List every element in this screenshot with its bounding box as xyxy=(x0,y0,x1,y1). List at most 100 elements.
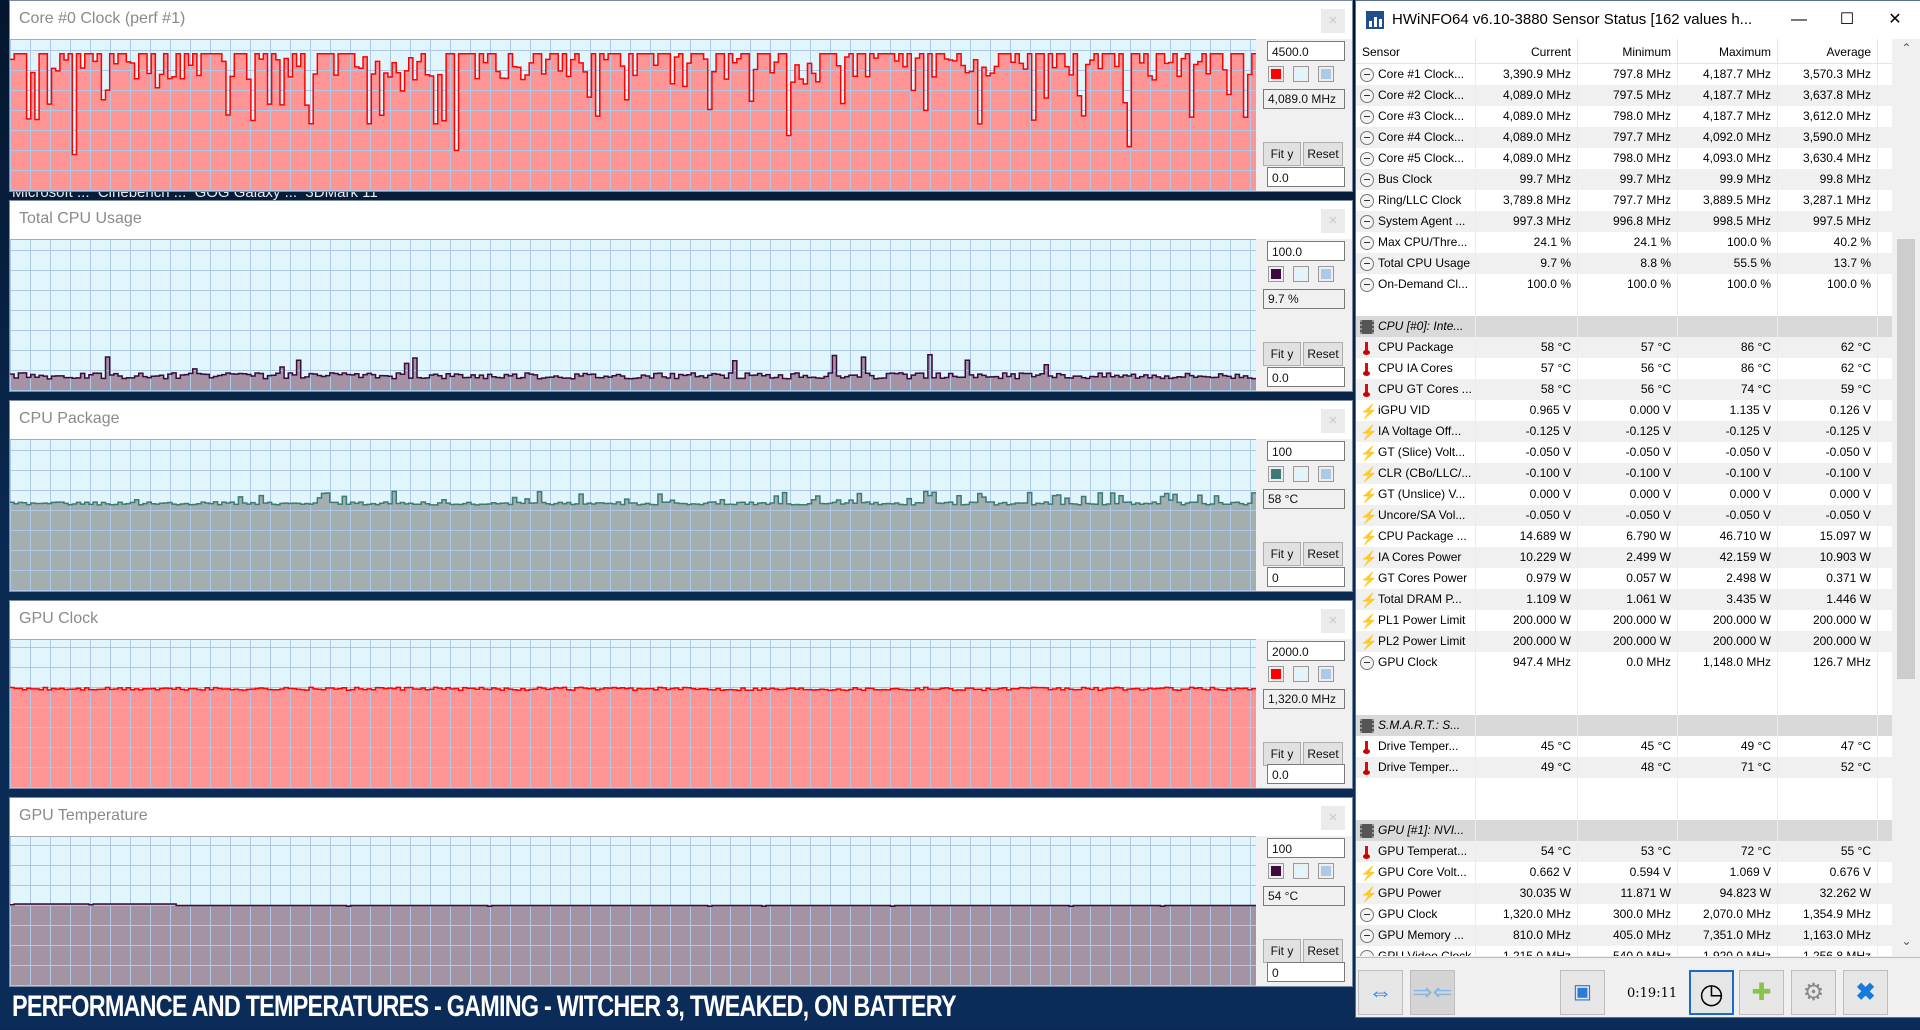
background-color-swatch[interactable] xyxy=(1293,266,1309,282)
graph-titlebar[interactable]: GPU Clock × xyxy=(10,601,1352,639)
fit-y-button[interactable]: Fit y xyxy=(1263,542,1301,566)
graph-max-input[interactable]: 100 xyxy=(1267,838,1345,858)
graph-min-input[interactable]: 0.0 xyxy=(1267,764,1345,784)
settings-button[interactable]: ⚙ xyxy=(1791,970,1836,1015)
close-button[interactable]: ✕ xyxy=(1872,1,1918,39)
sensor-group-row[interactable]: GPU [#1]: NVI... xyxy=(1356,820,1892,841)
vertical-scrollbar[interactable]: ⌃ ⌄ xyxy=(1893,39,1920,956)
fit-y-button[interactable]: Fit y xyxy=(1263,342,1301,366)
hwinfo-titlebar[interactable]: HWiNFO64 v6.10-3880 Sensor Status [162 v… xyxy=(1356,1,1920,39)
sensor-row[interactable]: Core #5 Clock... 4,089.0 MHz 798.0 MHz 4… xyxy=(1356,148,1892,169)
exit-button[interactable]: ✖ xyxy=(1843,970,1888,1015)
column-maximum[interactable]: Maximum xyxy=(1678,39,1778,63)
sensor-row[interactable]: ⚡ PL2 Power Limit 200.000 W 200.000 W 200… xyxy=(1356,631,1892,652)
minimize-button[interactable]: — xyxy=(1776,1,1822,39)
sensor-row[interactable]: Core #4 Clock... 4,089.0 MHz 797.7 MHz 4… xyxy=(1356,127,1892,148)
sensor-group-row[interactable]: S.M.A.R.T.: S... xyxy=(1356,715,1892,736)
fit-y-button[interactable]: Fit y xyxy=(1263,939,1301,963)
sensor-row[interactable]: ⚡ CPU Package ... 14.689 W 6.790 W 46.710… xyxy=(1356,526,1892,547)
graph-max-input[interactable]: 4500.0 xyxy=(1267,41,1345,61)
log-file-button[interactable]: ✚ xyxy=(1739,970,1784,1015)
expand-columns-button[interactable]: ⇔ xyxy=(1358,970,1403,1015)
sensor-row[interactable]: Bus Clock 99.7 MHz 99.7 MHz 99.9 MHz 99.… xyxy=(1356,169,1892,190)
column-average[interactable]: Average xyxy=(1778,39,1878,63)
background-color-swatch[interactable] xyxy=(1293,466,1309,482)
background-color-swatch[interactable] xyxy=(1293,863,1309,879)
reset-button[interactable]: Reset xyxy=(1303,939,1343,963)
sensor-row[interactable]: ⚡ CLR (CBo/LLC/... -0.100 V -0.100 V -0.1… xyxy=(1356,463,1892,484)
line-color-swatch[interactable] xyxy=(1268,863,1284,879)
sensor-row[interactable]: GPU Video Clock 1,215.0 MHz 540.0 MHz 1,… xyxy=(1356,946,1892,956)
line-color-swatch[interactable] xyxy=(1268,266,1284,282)
graph-close-icon[interactable]: × xyxy=(1321,806,1345,830)
sensor-group-row[interactable]: CPU [#0]: Inte... xyxy=(1356,316,1892,337)
sensor-row[interactable]: ⚡ Total DRAM P... 1.109 W 1.061 W 3.435 W… xyxy=(1356,589,1892,610)
scrollbar-thumb[interactable] xyxy=(1897,239,1915,679)
column-current[interactable]: Current xyxy=(1476,39,1578,63)
sensor-row[interactable]: GPU Memory ... 810.0 MHz 405.0 MHz 7,351… xyxy=(1356,925,1892,946)
sensor-row[interactable]: Drive Temper... 49 °C 48 °C 71 °C 52 °C xyxy=(1356,757,1892,778)
sensor-row[interactable]: Core #2 Clock... 4,089.0 MHz 797.5 MHz 4… xyxy=(1356,85,1892,106)
graph-close-icon[interactable]: × xyxy=(1321,9,1345,33)
clock-button[interactable]: ◷ xyxy=(1689,970,1734,1015)
maximize-button[interactable]: ☐ xyxy=(1824,1,1870,39)
sensor-row[interactable]: ⚡ GT Cores Power 0.979 W 0.057 W 2.498 W … xyxy=(1356,568,1892,589)
sensor-row[interactable]: CPU IA Cores 57 °C 56 °C 86 °C 62 °C xyxy=(1356,358,1892,379)
sensor-row[interactable]: ⚡ GT (Slice) Volt... -0.050 V -0.050 V -0… xyxy=(1356,442,1892,463)
sensor-row[interactable]: Total CPU Usage 9.7 % 8.8 % 55.5 % 13.7 … xyxy=(1356,253,1892,274)
background-color-swatch[interactable] xyxy=(1293,66,1309,82)
graph-max-input[interactable]: 100 xyxy=(1267,441,1345,461)
grid-color-swatch[interactable] xyxy=(1318,466,1334,482)
graph-titlebar[interactable]: Total CPU Usage × xyxy=(10,201,1352,239)
reset-button[interactable]: Reset xyxy=(1303,542,1343,566)
graph-close-icon[interactable]: × xyxy=(1321,409,1345,433)
graph-min-input[interactable]: 0.0 xyxy=(1267,367,1345,387)
scroll-down-icon[interactable]: ⌄ xyxy=(1893,934,1920,954)
graph-titlebar[interactable]: Core #0 Clock (perf #1) × xyxy=(10,1,1352,39)
grid-color-swatch[interactable] xyxy=(1318,863,1334,879)
sensor-row[interactable]: On-Demand Cl... 100.0 % 100.0 % 100.0 % … xyxy=(1356,274,1892,295)
sensor-row[interactable]: ⚡ GPU Power 30.035 W 11.871 W 94.823 W 32… xyxy=(1356,883,1892,904)
scroll-up-icon[interactable]: ⌃ xyxy=(1893,41,1920,61)
grid-color-swatch[interactable] xyxy=(1318,666,1334,682)
line-color-swatch[interactable] xyxy=(1268,66,1284,82)
graph-min-input[interactable]: 0.0 xyxy=(1267,167,1345,187)
grid-color-swatch[interactable] xyxy=(1318,66,1334,82)
network-button[interactable]: ▣ xyxy=(1560,970,1605,1015)
fit-y-button[interactable]: Fit y xyxy=(1263,142,1301,166)
collapse-columns-button[interactable]: ⇒⇐ xyxy=(1410,970,1455,1015)
sensor-row[interactable]: ⚡ PL1 Power Limit 200.000 W 200.000 W 200… xyxy=(1356,610,1892,631)
fit-y-button[interactable]: Fit y xyxy=(1263,742,1301,766)
sensor-row[interactable]: ⚡ GT (Unslice) V... 0.000 V 0.000 V 0.000… xyxy=(1356,484,1892,505)
graph-max-input[interactable]: 100.0 xyxy=(1267,241,1345,261)
sensor-row[interactable]: Max CPU/Thre... 24.1 % 24.1 % 100.0 % 40… xyxy=(1356,232,1892,253)
sensor-row[interactable]: ⚡ IA Cores Power 10.229 W 2.499 W 42.159 … xyxy=(1356,547,1892,568)
sensor-row[interactable]: ⚡ iGPU VID 0.965 V 0.000 V 1.135 V 0.126 … xyxy=(1356,400,1892,421)
graph-max-input[interactable]: 2000.0 xyxy=(1267,641,1345,661)
graph-min-input[interactable]: 0 xyxy=(1267,962,1345,982)
sensor-row[interactable]: ⚡ GPU Core Volt... 0.662 V 0.594 V 1.069 … xyxy=(1356,862,1892,883)
graph-titlebar[interactable]: GPU Temperature × xyxy=(10,798,1352,836)
background-color-swatch[interactable] xyxy=(1293,666,1309,682)
sensor-row[interactable]: Drive Temper... 45 °C 45 °C 49 °C 47 °C xyxy=(1356,736,1892,757)
line-color-swatch[interactable] xyxy=(1268,466,1284,482)
reset-button[interactable]: Reset xyxy=(1303,342,1343,366)
grid-color-swatch[interactable] xyxy=(1318,266,1334,282)
sensor-row[interactable]: CPU Package 58 °C 57 °C 86 °C 62 °C xyxy=(1356,337,1892,358)
sensor-row[interactable]: GPU Clock 947.4 MHz 0.0 MHz 1,148.0 MHz … xyxy=(1356,652,1892,673)
reset-button[interactable]: Reset xyxy=(1303,742,1343,766)
graph-close-icon[interactable]: × xyxy=(1321,609,1345,633)
sensor-row[interactable]: GPU Temperat... 54 °C 53 °C 72 °C 55 °C xyxy=(1356,841,1892,862)
graph-close-icon[interactable]: × xyxy=(1321,209,1345,233)
sensor-row[interactable]: Core #1 Clock... 3,390.9 MHz 797.8 MHz 4… xyxy=(1356,64,1892,85)
line-color-swatch[interactable] xyxy=(1268,666,1284,682)
column-sensor[interactable]: Sensor xyxy=(1356,39,1476,63)
graph-titlebar[interactable]: CPU Package × xyxy=(10,401,1352,439)
graph-min-input[interactable]: 0 xyxy=(1267,567,1345,587)
sensor-row[interactable]: System Agent ... 997.3 MHz 996.8 MHz 998… xyxy=(1356,211,1892,232)
sensor-row[interactable]: Core #3 Clock... 4,089.0 MHz 798.0 MHz 4… xyxy=(1356,106,1892,127)
sensor-row[interactable]: Ring/LLC Clock 3,789.8 MHz 797.7 MHz 3,8… xyxy=(1356,190,1892,211)
reset-button[interactable]: Reset xyxy=(1303,142,1343,166)
sensor-row[interactable]: GPU Clock 1,320.0 MHz 300.0 MHz 2,070.0 … xyxy=(1356,904,1892,925)
sensor-row[interactable]: ⚡ IA Voltage Off... -0.125 V -0.125 V -0.… xyxy=(1356,421,1892,442)
